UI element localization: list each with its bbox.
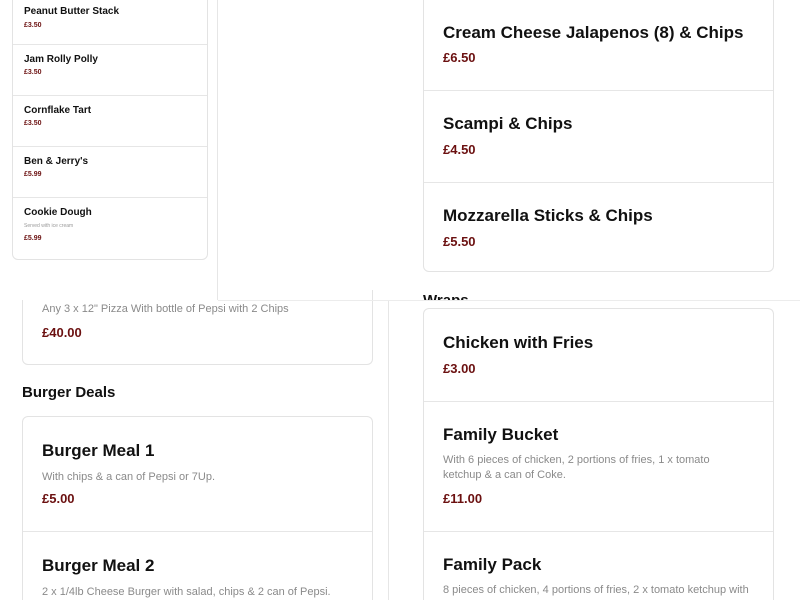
item-title: Ben & Jerry's	[24, 156, 89, 167]
item-title: Cookie Dough	[24, 207, 92, 218]
menu-page: Any 3 x 12" Pizza With bottle of Pepsi w…	[0, 0, 800, 600]
item-title: Scampi & Chips	[443, 114, 573, 133]
item-title: Jam Rolly Polly	[24, 54, 98, 65]
item-title: Family Bucket	[443, 425, 559, 444]
menu-item-burger-meal-2[interactable]: Burger Meal 2 2 x 1/4lb Cheese Burger wi…	[23, 531, 372, 600]
item-title: Burger Meal 2	[42, 556, 155, 575]
item-title: Peanut Butter Stack	[24, 6, 120, 17]
item-description: 8 pieces of chicken, 4 portions of fries…	[443, 584, 749, 600]
section-heading-wraps: Wraps	[423, 288, 543, 300]
item-price: £40.00	[42, 325, 82, 340]
item-price: £5.00	[42, 491, 75, 506]
menu-item-mozzarella-sticks[interactable]: Mozzarella Sticks & Chips £5.50	[424, 182, 773, 271]
desserts-panel: Peanut Butter Stack £3.50 Jam Rolly Poll…	[0, 0, 218, 300]
item-description: With chips & a can of Pepsi or 7Up.	[42, 471, 216, 483]
burger-deals-card: Burger Meal 1 With chips & a can of Peps…	[22, 416, 373, 600]
menu-item-scampi-and-chips[interactable]: Scampi & Chips £4.50	[424, 90, 773, 182]
item-price: £6.50	[443, 50, 476, 65]
menu-item-ben-and-jerrys[interactable]: Ben & Jerry's £5.99	[13, 146, 207, 197]
item-title: Burger Meal 1	[42, 441, 155, 460]
item-description: Served with ice cream	[24, 223, 74, 229]
column-divider	[388, 300, 389, 600]
item-title: Mozzarella Sticks & Chips	[443, 206, 653, 225]
pizza-deal-card[interactable]: Any 3 x 12" Pizza With bottle of Pepsi w…	[22, 290, 373, 365]
menu-item-burger-meal-1[interactable]: Burger Meal 1 With chips & a can of Peps…	[23, 417, 372, 531]
section-heading-burger-deals: Burger Deals	[22, 384, 116, 401]
item-price: £3.50	[24, 22, 42, 29]
item-title: Chicken with Fries	[443, 333, 594, 352]
item-price: £5.99	[24, 171, 42, 178]
menu-item-jam-rolly-polly[interactable]: Jam Rolly Polly £3.50	[13, 44, 207, 95]
item-title: Cornflake Tart	[24, 105, 92, 116]
menu-item-chicken-with-fries[interactable]: Chicken with Fries £3.00	[424, 309, 773, 401]
item-description: Any 3 x 12" Pizza With bottle of Pepsi w…	[42, 303, 289, 315]
menu-item-family-pack[interactable]: Family Pack 8 pieces of chicken, 4 porti…	[424, 531, 773, 600]
item-price: £5.99	[24, 235, 42, 242]
item-title: Family Pack	[443, 555, 542, 574]
item-price: £5.50	[443, 234, 476, 249]
item-title: Cream Cheese Jalapenos (8) & Chips	[443, 23, 744, 42]
menu-item-cream-cheese-jalapenos[interactable]: Cream Cheese Jalapenos (8) & Chips £6.50	[424, 0, 773, 90]
menu-item-peanut-butter-stack[interactable]: Peanut Butter Stack £3.50	[13, 0, 207, 44]
item-description: 2 x 1/4lb Cheese Burger with salad, chip…	[42, 586, 331, 598]
item-price: £3.50	[24, 69, 42, 76]
chicken-card: Chicken with Fries £3.00 Family Bucket W…	[423, 308, 774, 600]
section-divider	[218, 300, 800, 301]
menu-item-family-bucket[interactable]: Family Bucket With 6 pieces of chicken, …	[424, 401, 773, 531]
menu-item-cookie-dough[interactable]: Cookie Dough Served with ice cream £5.99	[13, 197, 207, 259]
menu-item-cornflake-tart[interactable]: Cornflake Tart £3.50	[13, 95, 207, 146]
desserts-card: Peanut Butter Stack £3.50 Jam Rolly Poll…	[12, 0, 208, 260]
item-description: With 6 pieces of chicken, 2 portions of …	[443, 454, 710, 481]
sides-card: Cream Cheese Jalapenos (8) & Chips £6.50…	[423, 0, 774, 272]
item-price: £3.00	[443, 361, 476, 376]
item-price: £11.00	[443, 491, 483, 506]
item-price: £3.50	[24, 120, 42, 127]
section-heading-label: Wraps	[423, 292, 469, 300]
item-price: £4.50	[443, 142, 476, 157]
